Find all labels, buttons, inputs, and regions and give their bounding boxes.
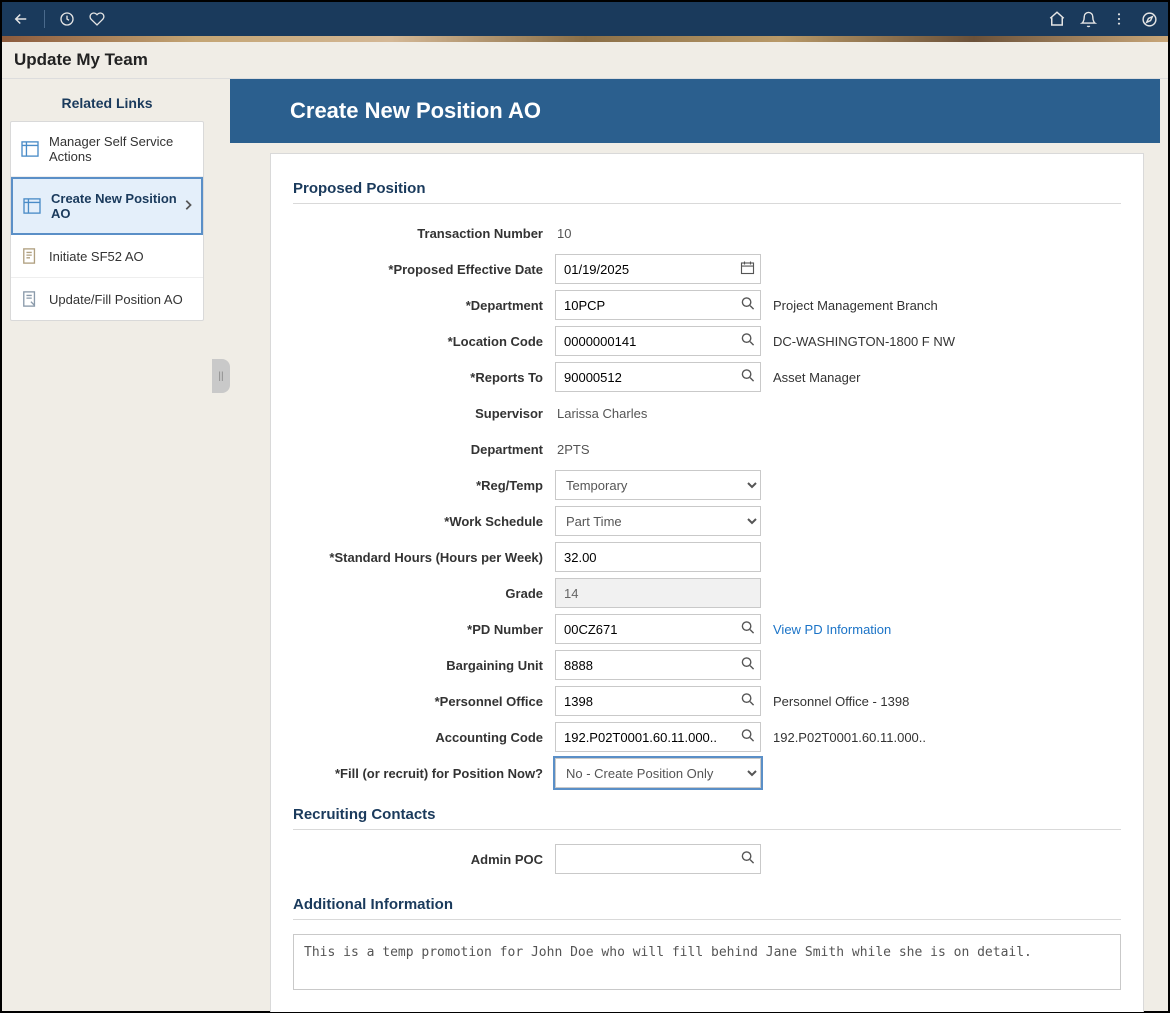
value-department2: 2PTS — [555, 442, 590, 457]
sidebar-title: Related Links — [10, 87, 204, 121]
input-standard-hours[interactable] — [555, 542, 761, 572]
input-bargaining-unit[interactable] — [555, 650, 761, 680]
input-grade — [555, 578, 761, 608]
input-reports-to[interactable] — [555, 362, 761, 392]
label-reg-temp: *Reg/Temp — [293, 478, 555, 493]
window-icon — [21, 140, 39, 158]
sidebar-item-label: Manager Self Service Actions — [49, 134, 193, 164]
label-accounting-code: Accounting Code — [293, 730, 555, 745]
label-department2: Department — [293, 442, 555, 457]
textarea-additional-info[interactable] — [293, 934, 1121, 990]
search-icon[interactable] — [741, 657, 755, 674]
input-personnel-office[interactable] — [555, 686, 761, 716]
sidebar-item-label: Initiate SF52 AO — [49, 249, 144, 264]
label-personnel-office: *Personnel Office — [293, 694, 555, 709]
more-vertical-icon[interactable] — [1111, 11, 1127, 27]
department-desc: Project Management Branch — [773, 298, 938, 313]
label-supervisor: Supervisor — [293, 406, 555, 421]
back-icon[interactable] — [12, 10, 30, 28]
bell-icon[interactable] — [1080, 11, 1097, 28]
label-fill-position: *Fill (or recruit) for Position Now? — [293, 766, 555, 781]
input-pd-number[interactable] — [555, 614, 761, 644]
search-icon[interactable] — [741, 851, 755, 868]
personnel-office-desc: Personnel Office - 1398 — [773, 694, 909, 709]
sidebar-item-mss-actions[interactable]: Manager Self Service Actions — [11, 122, 203, 177]
label-pd-number: *PD Number — [293, 622, 555, 637]
input-accounting-code[interactable] — [555, 722, 761, 752]
label-work-schedule: *Work Schedule — [293, 514, 555, 529]
input-location[interactable] — [555, 326, 761, 356]
divider — [44, 10, 45, 28]
window-icon — [23, 197, 41, 215]
input-admin-poc[interactable] — [555, 844, 761, 874]
section-recruiting-contacts: Recruiting Contacts — [293, 806, 1121, 830]
sidebar-item-initiate-sf52[interactable]: Initiate SF52 AO — [11, 235, 203, 278]
select-reg-temp[interactable]: Temporary — [555, 470, 761, 500]
label-reports-to: *Reports To — [293, 370, 555, 385]
accounting-code-desc: 192.P02T0001.60.11.000.. — [773, 730, 926, 745]
label-department: *Department — [293, 298, 555, 313]
content-area: Create New Position AO Proposed Position… — [230, 79, 1168, 1012]
label-grade: Grade — [293, 586, 555, 601]
select-work-schedule[interactable]: Part Time — [555, 506, 761, 536]
page-title: Update My Team — [2, 42, 1168, 79]
home-icon[interactable] — [1048, 10, 1066, 28]
collapse-handle[interactable]: || — [212, 359, 230, 393]
input-department[interactable] — [555, 290, 761, 320]
calendar-icon[interactable] — [740, 260, 755, 278]
label-bargaining-unit: Bargaining Unit — [293, 658, 555, 673]
label-effective-date: *Proposed Effective Date — [293, 262, 555, 277]
sidebar: Related Links Manager Self Service Actio… — [2, 79, 212, 1012]
sidebar-item-create-position[interactable]: Create New Position AO — [11, 177, 203, 235]
top-nav-bar — [2, 2, 1168, 36]
section-additional-info: Additional Information — [293, 896, 1121, 920]
heart-icon[interactable] — [89, 11, 105, 27]
section-proposed-position: Proposed Position — [293, 180, 1121, 204]
location-desc: DC-WASHINGTON-1800 F NW — [773, 334, 955, 349]
form-card: Proposed Position Transaction Number 10 … — [270, 153, 1144, 1012]
sidebar-item-update-fill[interactable]: Update/Fill Position AO — [11, 278, 203, 320]
search-icon[interactable] — [741, 693, 755, 710]
search-icon[interactable] — [741, 729, 755, 746]
label-location: *Location Code — [293, 334, 555, 349]
search-icon[interactable] — [741, 621, 755, 638]
compass-icon[interactable] — [1141, 11, 1158, 28]
select-fill-position[interactable]: No - Create Position Only — [555, 758, 761, 788]
label-transaction-number: Transaction Number — [293, 226, 555, 241]
document-edit-icon — [21, 290, 39, 308]
label-admin-poc: Admin POC — [293, 852, 555, 867]
banner-title: Create New Position AO — [230, 79, 1160, 143]
search-icon[interactable] — [741, 297, 755, 314]
view-pd-link[interactable]: View PD Information — [773, 622, 891, 637]
input-effective-date[interactable] — [555, 254, 761, 284]
clock-icon[interactable] — [59, 11, 75, 27]
reports-to-desc: Asset Manager — [773, 370, 860, 385]
document-icon — [21, 247, 39, 265]
label-standard-hours: *Standard Hours (Hours per Week) — [293, 550, 555, 565]
sidebar-item-label: Update/Fill Position AO — [49, 292, 183, 307]
search-icon[interactable] — [741, 369, 755, 386]
value-supervisor: Larissa Charles — [555, 406, 647, 421]
search-icon[interactable] — [741, 333, 755, 350]
chevron-right-icon — [183, 199, 193, 214]
value-transaction-number: 10 — [555, 226, 571, 241]
sidebar-item-label: Create New Position AO — [51, 191, 191, 221]
